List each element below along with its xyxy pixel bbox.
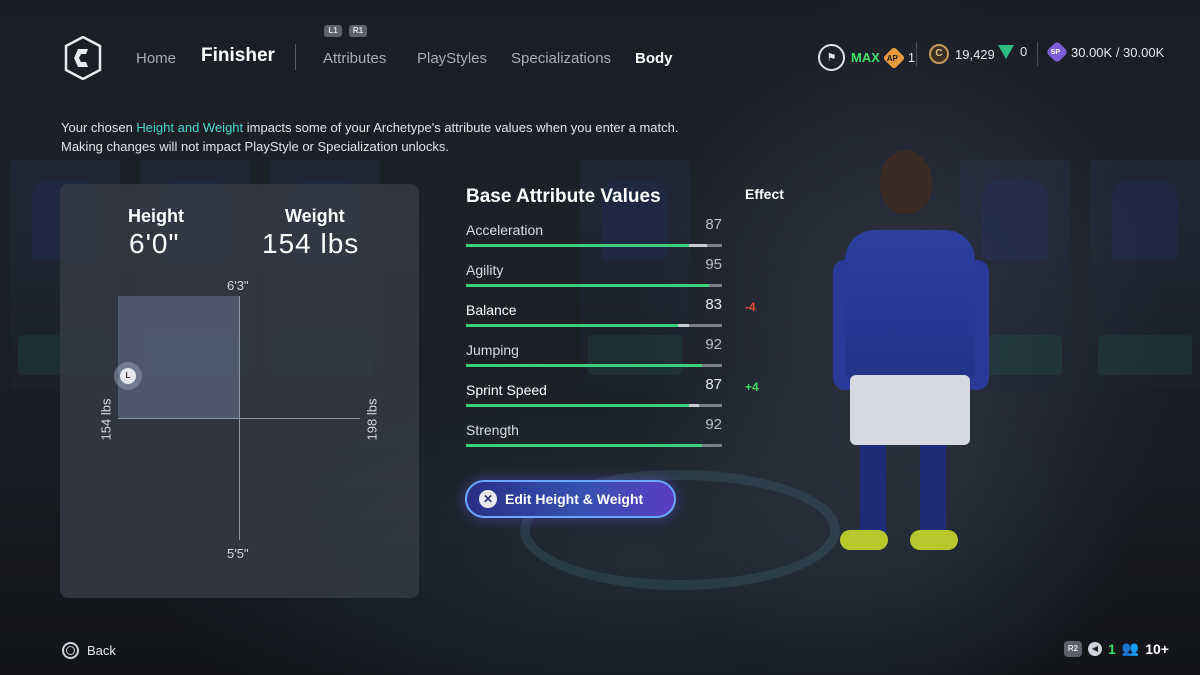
- nav-home[interactable]: Home: [136, 50, 176, 67]
- attribute-bar: [466, 404, 722, 407]
- body-range-area: [118, 296, 239, 418]
- attribute-row-balance: Balance 83: [466, 296, 722, 338]
- cross-button-icon: ✕: [479, 490, 497, 508]
- points-display: 0: [998, 44, 1027, 59]
- attributes-title: Base Attribute Values: [466, 186, 661, 207]
- r2-button-hint: R2: [1064, 640, 1082, 657]
- back-label: Back: [87, 643, 116, 658]
- axis-min-weight: 154 lbs: [98, 398, 114, 441]
- attribute-row-sprint-speed: Sprint Speed 87: [466, 376, 722, 418]
- weight-label: Weight: [285, 206, 345, 226]
- left-stick-icon: L: [120, 368, 136, 384]
- currency-separator: [1037, 42, 1038, 66]
- attribute-bar: [466, 364, 722, 367]
- attribute-bar: [466, 444, 722, 447]
- max-label: MAX: [851, 50, 880, 65]
- attribute-bar: [466, 284, 722, 287]
- points-value: 0: [1020, 44, 1028, 59]
- axis-min-height: 5'5": [227, 546, 249, 561]
- body-selector-handle[interactable]: L: [114, 362, 142, 390]
- coins-display: C 19,429: [929, 44, 995, 64]
- nav-divider: [295, 44, 296, 70]
- sp-value: 30.00K / 30.00K: [1071, 44, 1165, 60]
- nav-archetype-title: Finisher: [201, 45, 275, 66]
- attribute-row-agility: Agility 95: [466, 256, 722, 298]
- users-icon: 👥: [1121, 640, 1140, 656]
- sp-icon: SP: [1045, 40, 1069, 64]
- ap-value: 1: [907, 50, 916, 65]
- coin-icon: C: [929, 44, 949, 64]
- ap-icon: AP: [882, 46, 906, 69]
- intro-text: Your chosen Height and Weight impacts so…: [61, 120, 679, 154]
- l1-button-hint: L1: [324, 25, 342, 37]
- tab-attributes[interactable]: Attributes: [323, 50, 386, 67]
- points-shield-icon: [998, 44, 1014, 59]
- voice-count: 1: [1108, 640, 1116, 657]
- currency-separator: [916, 42, 917, 66]
- effect-title: Effect: [745, 186, 784, 202]
- height-label: Height: [128, 206, 184, 226]
- axis-max-height: 6'3": [227, 278, 249, 293]
- weight-axis: [118, 418, 360, 419]
- footer-status: R2 ◀ 1 👥 10+: [1064, 640, 1169, 657]
- height-value: 6'0": [129, 228, 180, 259]
- sp-display: SP 30.00K / 30.00K: [1045, 40, 1165, 64]
- circle-button-icon: [62, 642, 79, 659]
- tab-specializations[interactable]: Specializations: [511, 50, 611, 67]
- edit-height-weight-button[interactable]: ✕ Edit Height & Weight: [465, 480, 676, 518]
- attribute-bar: [466, 324, 722, 327]
- r1-button-hint: R1: [349, 25, 367, 37]
- tab-playstyles[interactable]: PlayStyles: [417, 50, 487, 67]
- attribute-bar: [466, 244, 722, 247]
- attribute-row-strength: Strength 92: [466, 416, 722, 458]
- coins-value: 19,429: [955, 46, 995, 62]
- attribute-row-jumping: Jumping 92: [466, 336, 722, 378]
- max-status: ⚑ MAX AP 1: [818, 44, 915, 71]
- intro-highlight: Height and Weight: [136, 120, 244, 135]
- users-count: 10+: [1145, 640, 1169, 657]
- sprint-speed-effect: +4: [745, 380, 759, 394]
- clubs-logo-icon: [64, 36, 102, 80]
- back-button[interactable]: Back: [62, 642, 116, 659]
- player-model: [833, 150, 989, 560]
- balance-effect: -4: [745, 300, 756, 314]
- edit-button-label: Edit Height & Weight: [505, 491, 644, 507]
- speaker-icon: ◀: [1088, 641, 1102, 656]
- axis-max-weight: 198 lbs: [364, 398, 380, 441]
- attribute-row-acceleration: Acceleration 87: [466, 216, 722, 258]
- tab-body[interactable]: Body: [635, 50, 673, 67]
- weight-value: 154 lbs: [262, 228, 360, 259]
- flags-icon: ⚑: [818, 44, 845, 71]
